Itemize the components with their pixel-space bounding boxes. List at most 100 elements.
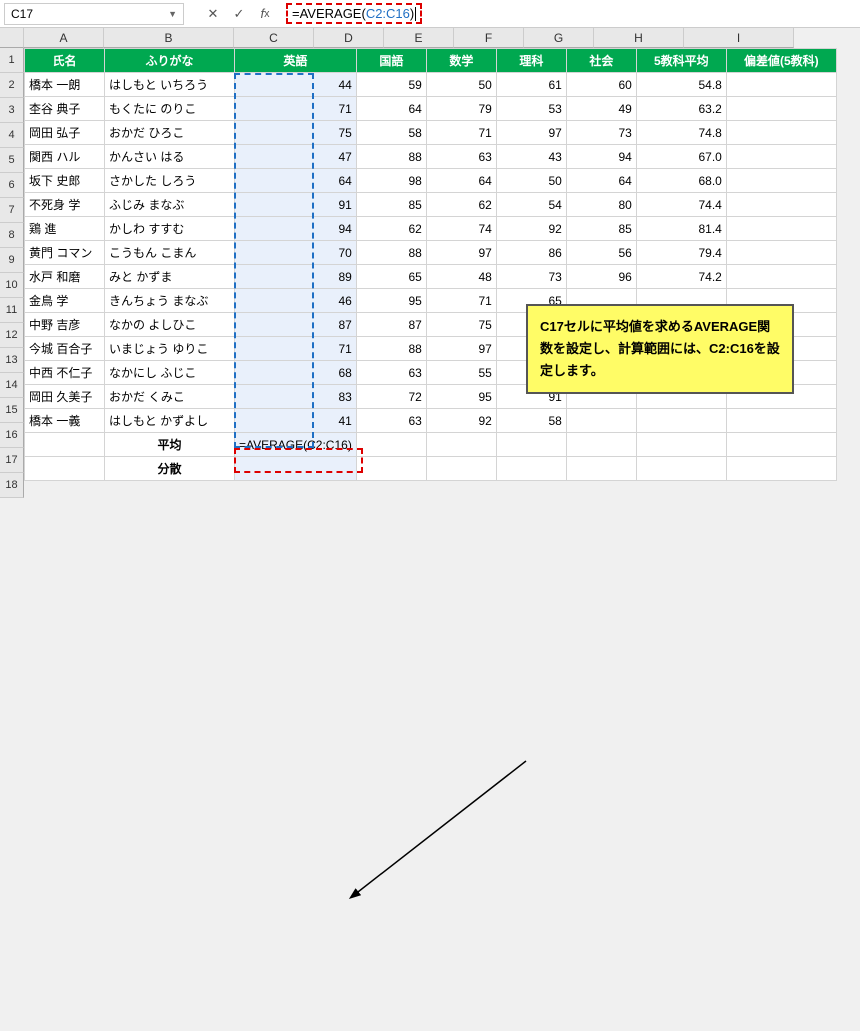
name-cell[interactable]: 中野 吉彦: [25, 313, 105, 337]
score-math[interactable]: 75: [426, 313, 496, 337]
cell[interactable]: [25, 433, 105, 457]
chevron-down-icon[interactable]: ▼: [168, 9, 177, 19]
cell[interactable]: [356, 433, 426, 457]
score-math[interactable]: 74: [426, 217, 496, 241]
avg-cell[interactable]: 68.0: [636, 169, 726, 193]
avg-cell[interactable]: 74.2: [636, 265, 726, 289]
dev-cell[interactable]: [726, 217, 836, 241]
kana-cell[interactable]: ふじみ まなぶ: [105, 193, 235, 217]
column-header-E[interactable]: E: [384, 28, 454, 48]
dev-cell[interactable]: [726, 121, 836, 145]
score-japanese[interactable]: 63: [356, 361, 426, 385]
name-cell[interactable]: 橋本 一義: [25, 409, 105, 433]
row-header-6[interactable]: 6: [0, 173, 24, 198]
score-japanese[interactable]: 72: [356, 385, 426, 409]
cell[interactable]: [726, 433, 836, 457]
row-header-14[interactable]: 14: [0, 373, 24, 398]
kana-cell[interactable]: こうもん こまん: [105, 241, 235, 265]
name-cell[interactable]: 鶏 進: [25, 217, 105, 241]
summary-label-avg[interactable]: 平均: [105, 433, 235, 457]
avg-cell[interactable]: 74.8: [636, 121, 726, 145]
header-cell[interactable]: 5教科平均: [636, 49, 726, 73]
score-math[interactable]: 63: [426, 145, 496, 169]
name-cell[interactable]: 坂下 史郎: [25, 169, 105, 193]
score-english[interactable]: 94: [235, 217, 357, 241]
score-science[interactable]: 53: [496, 97, 566, 121]
row-header-1[interactable]: 1: [0, 48, 24, 73]
score-math[interactable]: 71: [426, 121, 496, 145]
dev-cell[interactable]: [726, 73, 836, 97]
avg-cell[interactable]: 54.8: [636, 73, 726, 97]
kana-cell[interactable]: おかだ ひろこ: [105, 121, 235, 145]
kana-cell[interactable]: さかした しろう: [105, 169, 235, 193]
score-science[interactable]: 61: [496, 73, 566, 97]
cell[interactable]: [25, 457, 105, 481]
header-cell[interactable]: 数学: [426, 49, 496, 73]
header-cell[interactable]: 氏名: [25, 49, 105, 73]
kana-cell[interactable]: きんちょう まなぶ: [105, 289, 235, 313]
score-english[interactable]: 83: [235, 385, 357, 409]
kana-cell[interactable]: なかの よしひこ: [105, 313, 235, 337]
score-english[interactable]: 71: [235, 337, 357, 361]
column-header-A[interactable]: A: [24, 28, 104, 48]
score-math[interactable]: 50: [426, 73, 496, 97]
score-science[interactable]: 50: [496, 169, 566, 193]
score-english[interactable]: 44: [235, 73, 357, 97]
score-math[interactable]: 48: [426, 265, 496, 289]
cell[interactable]: [235, 457, 357, 481]
avg-cell[interactable]: 74.4: [636, 193, 726, 217]
row-header-5[interactable]: 5: [0, 148, 24, 173]
row-header-10[interactable]: 10: [0, 273, 24, 298]
dev-cell[interactable]: [726, 265, 836, 289]
avg-cell[interactable]: [636, 409, 726, 433]
score-japanese[interactable]: 85: [356, 193, 426, 217]
score-math[interactable]: 95: [426, 385, 496, 409]
score-science[interactable]: 43: [496, 145, 566, 169]
kana-cell[interactable]: かしわ すすむ: [105, 217, 235, 241]
score-japanese[interactable]: 87: [356, 313, 426, 337]
kana-cell[interactable]: なかにし ふじこ: [105, 361, 235, 385]
fx-icon[interactable]: fx: [254, 3, 276, 25]
row-header-4[interactable]: 4: [0, 123, 24, 148]
column-header-D[interactable]: D: [314, 28, 384, 48]
score-math[interactable]: 92: [426, 409, 496, 433]
header-cell[interactable]: 偏差値(5教科): [726, 49, 836, 73]
score-japanese[interactable]: 95: [356, 289, 426, 313]
formula-cell-c17[interactable]: =AVERAGE(C2:C16): [235, 433, 357, 457]
score-english[interactable]: 89: [235, 265, 357, 289]
row-header-13[interactable]: 13: [0, 348, 24, 373]
header-cell[interactable]: 英語: [235, 49, 357, 73]
score-science[interactable]: 54: [496, 193, 566, 217]
cancel-formula-button[interactable]: ✕: [202, 3, 224, 25]
column-header-C[interactable]: C: [234, 28, 314, 48]
score-japanese[interactable]: 98: [356, 169, 426, 193]
cell[interactable]: [636, 457, 726, 481]
score-math[interactable]: 97: [426, 337, 496, 361]
score-japanese[interactable]: 62: [356, 217, 426, 241]
cell[interactable]: [426, 457, 496, 481]
formula-input[interactable]: =AVERAGE(C2:C16): [280, 3, 856, 25]
score-english[interactable]: 70: [235, 241, 357, 265]
score-science[interactable]: 97: [496, 121, 566, 145]
score-social[interactable]: 94: [566, 145, 636, 169]
name-cell[interactable]: 黄門 コマン: [25, 241, 105, 265]
row-header-2[interactable]: 2: [0, 73, 24, 98]
score-english[interactable]: 87: [235, 313, 357, 337]
summary-label-var[interactable]: 分散: [105, 457, 235, 481]
kana-cell[interactable]: みと かずま: [105, 265, 235, 289]
name-cell[interactable]: 杢谷 典子: [25, 97, 105, 121]
accept-formula-button[interactable]: ✓: [228, 3, 250, 25]
avg-cell[interactable]: 79.4: [636, 241, 726, 265]
cell[interactable]: [726, 457, 836, 481]
cell[interactable]: [496, 457, 566, 481]
column-header-F[interactable]: F: [454, 28, 524, 48]
score-math[interactable]: 71: [426, 289, 496, 313]
row-header-9[interactable]: 9: [0, 248, 24, 273]
score-social[interactable]: 80: [566, 193, 636, 217]
score-japanese[interactable]: 63: [356, 409, 426, 433]
row-header-15[interactable]: 15: [0, 398, 24, 423]
dev-cell[interactable]: [726, 193, 836, 217]
score-social[interactable]: 56: [566, 241, 636, 265]
score-japanese[interactable]: 88: [356, 337, 426, 361]
cell[interactable]: [566, 457, 636, 481]
